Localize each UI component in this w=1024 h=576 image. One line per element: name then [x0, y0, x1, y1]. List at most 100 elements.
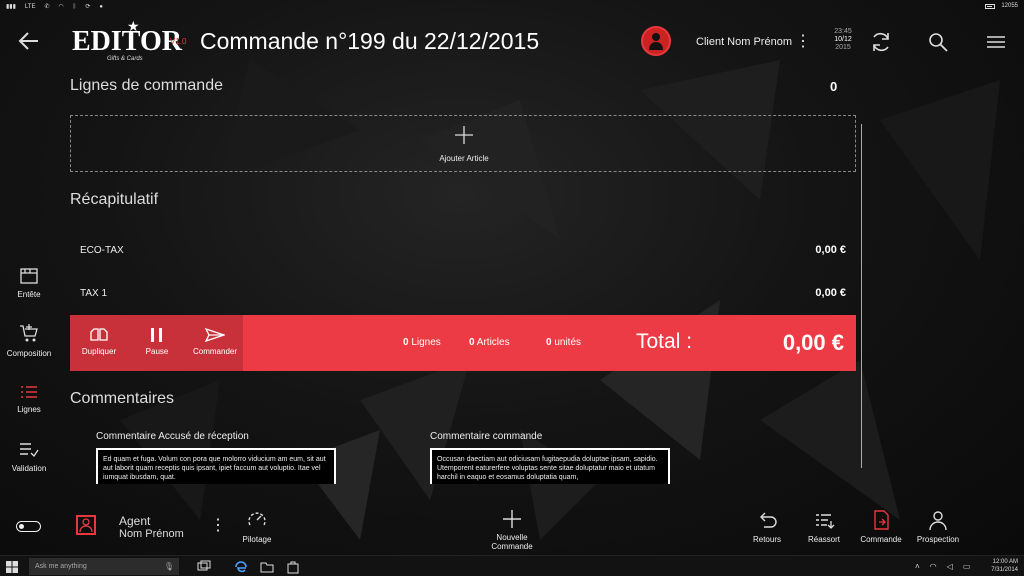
order-doc-icon [874, 510, 889, 530]
taskbar: Ask me anything 🎙 ˄ ◠ ◁ ▭ 12:00 AM 7/31/… [0, 555, 1024, 576]
signal-icon: ▮▮▮ [6, 4, 16, 10]
pilotage-label: Pilotage [242, 535, 272, 544]
order-label: Commander [192, 347, 237, 356]
battery-label: 12055 [1001, 3, 1018, 9]
new-order-label: Nouvelle Commande [491, 533, 533, 551]
plus-icon [503, 510, 521, 528]
nav-label: Validation [11, 464, 47, 473]
restock-icon [816, 514, 835, 529]
mic-icon[interactable]: 🎙 [164, 562, 174, 571]
scrollbar[interactable] [861, 124, 862, 468]
sync-icon: ⟳ [85, 4, 91, 10]
date-label: 10/12 [834, 36, 852, 43]
year-label: 2015 [835, 44, 851, 51]
back-arrow-icon[interactable] [18, 30, 40, 52]
clock-date: 7/31/2014 [991, 567, 1018, 573]
volume-icon[interactable]: ◁ [947, 562, 953, 571]
total-value: 0,00 € [782, 330, 844, 355]
location-icon: ● [99, 3, 104, 10]
taskbar-clock[interactable]: 12:00 AM 7/31/2014 [991, 558, 1018, 574]
pause-label: Pause [145, 347, 169, 356]
commande-button[interactable]: Commande [851, 509, 911, 544]
search-icon[interactable] [926, 30, 950, 54]
person-icon [929, 511, 947, 531]
duplicate-button[interactable]: Dupliquer [70, 315, 128, 371]
status-bar: ▮▮▮ LTE ✆ ◠ ᛒ ⟳ ● 12055 [0, 0, 1024, 14]
total-bar-actions: Dupliquer Pause Commander [70, 315, 243, 371]
clock-time: 12:00 AM [992, 559, 1018, 565]
prospection-label: Prospection [916, 535, 960, 544]
client-name[interactable]: Client Nom Prénom [696, 36, 792, 48]
client-more-icon[interactable]: ⋮ [795, 34, 811, 50]
notification-icon[interactable]: ▭ [963, 562, 971, 571]
undo-icon [760, 512, 777, 528]
units-stat: 0 unités [546, 337, 581, 348]
lines-title: Lignes de commande [70, 77, 223, 94]
nav-label: Lignes [17, 405, 41, 414]
retours-label: Retours [752, 535, 781, 544]
lines-count: 0 [830, 79, 838, 94]
lines-stat: 0 Lignes [403, 337, 441, 348]
summary-row: ECO-TAX 0,00 € [70, 241, 856, 261]
reassort-label: Réassort [807, 535, 840, 544]
reassort-button[interactable]: Réassort [794, 509, 854, 544]
comments-title: Commentaires [70, 390, 175, 407]
refresh-icon[interactable] [869, 30, 893, 54]
add-article-label: Ajouter Article [439, 154, 489, 163]
reception-comment-field[interactable]: Ed quam et fuga. Volum con pora que molo… [96, 448, 336, 484]
duplicate-icon [90, 328, 108, 341]
time-label: 23:45 [834, 28, 852, 35]
new-order-button[interactable]: Nouvelle Commande [482, 509, 542, 551]
file-explorer-icon[interactable] [260, 560, 274, 574]
agent-more-icon[interactable]: ⋮ [210, 518, 226, 534]
search-placeholder: Ask me anything [35, 563, 87, 570]
edge-browser-icon[interactable] [234, 560, 248, 574]
reception-comment-label: Commentaire Accusé de réception [96, 431, 249, 442]
agent-avatar-icon[interactable] [76, 515, 96, 535]
mode-toggle[interactable] [16, 521, 41, 532]
pilotage-button[interactable]: Pilotage [227, 509, 287, 544]
logo-subtitle: Gifts & Cards [107, 56, 143, 62]
nav-label: Composition [6, 349, 52, 358]
version-label: V1.0 [170, 37, 187, 46]
retours-button[interactable]: Retours [737, 509, 797, 544]
hamburger-menu-icon[interactable] [984, 30, 1008, 54]
articles-stat: 0 Articles [469, 337, 510, 348]
header-icon [20, 268, 38, 284]
plus-icon [454, 125, 474, 150]
task-view-icon[interactable] [197, 560, 211, 574]
system-tray: ˄ ◠ ◁ ▭ [915, 562, 970, 571]
duplicate-label: Dupliquer [81, 347, 117, 356]
order-comment-label: Commentaire commande [430, 431, 543, 442]
wifi-icon: ◠ [58, 4, 64, 10]
order-comment-field[interactable]: Occusan daectiam aut odiciusam fugitaepu… [430, 448, 670, 484]
commande-label: Commande [860, 535, 902, 544]
call-icon: ✆ [44, 4, 50, 10]
summary-row-label: ECO-TAX [80, 245, 124, 256]
cart-icon [20, 324, 38, 342]
list-icon [21, 386, 37, 398]
summary-title: Récapitulatif [70, 191, 159, 208]
prospection-button[interactable]: Prospection [908, 509, 968, 544]
bottom-app-bar: Agent Nom Prénom ⋮ Pilotage Nouvelle Com… [0, 485, 1024, 555]
articles-stat-label: Articles [474, 337, 510, 348]
wifi-tray-icon[interactable]: ◠ [930, 562, 937, 571]
nav-label: Entête [17, 290, 41, 299]
nav-item-validation[interactable]: Validation [0, 442, 58, 473]
nav-item-lignes[interactable]: Lignes [0, 385, 58, 414]
add-article-button[interactable]: Ajouter Article [70, 115, 856, 172]
pause-button[interactable]: Pause [128, 315, 186, 371]
nav-item-composition[interactable]: Composition [0, 323, 58, 358]
order-button[interactable]: Commander [186, 315, 244, 371]
taskbar-search-input[interactable]: Ask me anything 🎙 [29, 558, 179, 575]
store-icon[interactable] [286, 560, 300, 574]
pause-icon [151, 328, 162, 342]
bluetooth-icon: ᛒ [72, 3, 77, 10]
chevron-up-icon[interactable]: ˄ [915, 562, 920, 571]
nav-item-entete[interactable]: Entête [0, 268, 58, 299]
summary-row: TAX 1 0,00 € [70, 284, 856, 304]
summary-row-value: 0,00 € [815, 244, 846, 256]
battery-icon [985, 3, 996, 9]
windows-start-icon[interactable] [6, 561, 18, 573]
client-avatar-icon[interactable] [641, 26, 671, 56]
